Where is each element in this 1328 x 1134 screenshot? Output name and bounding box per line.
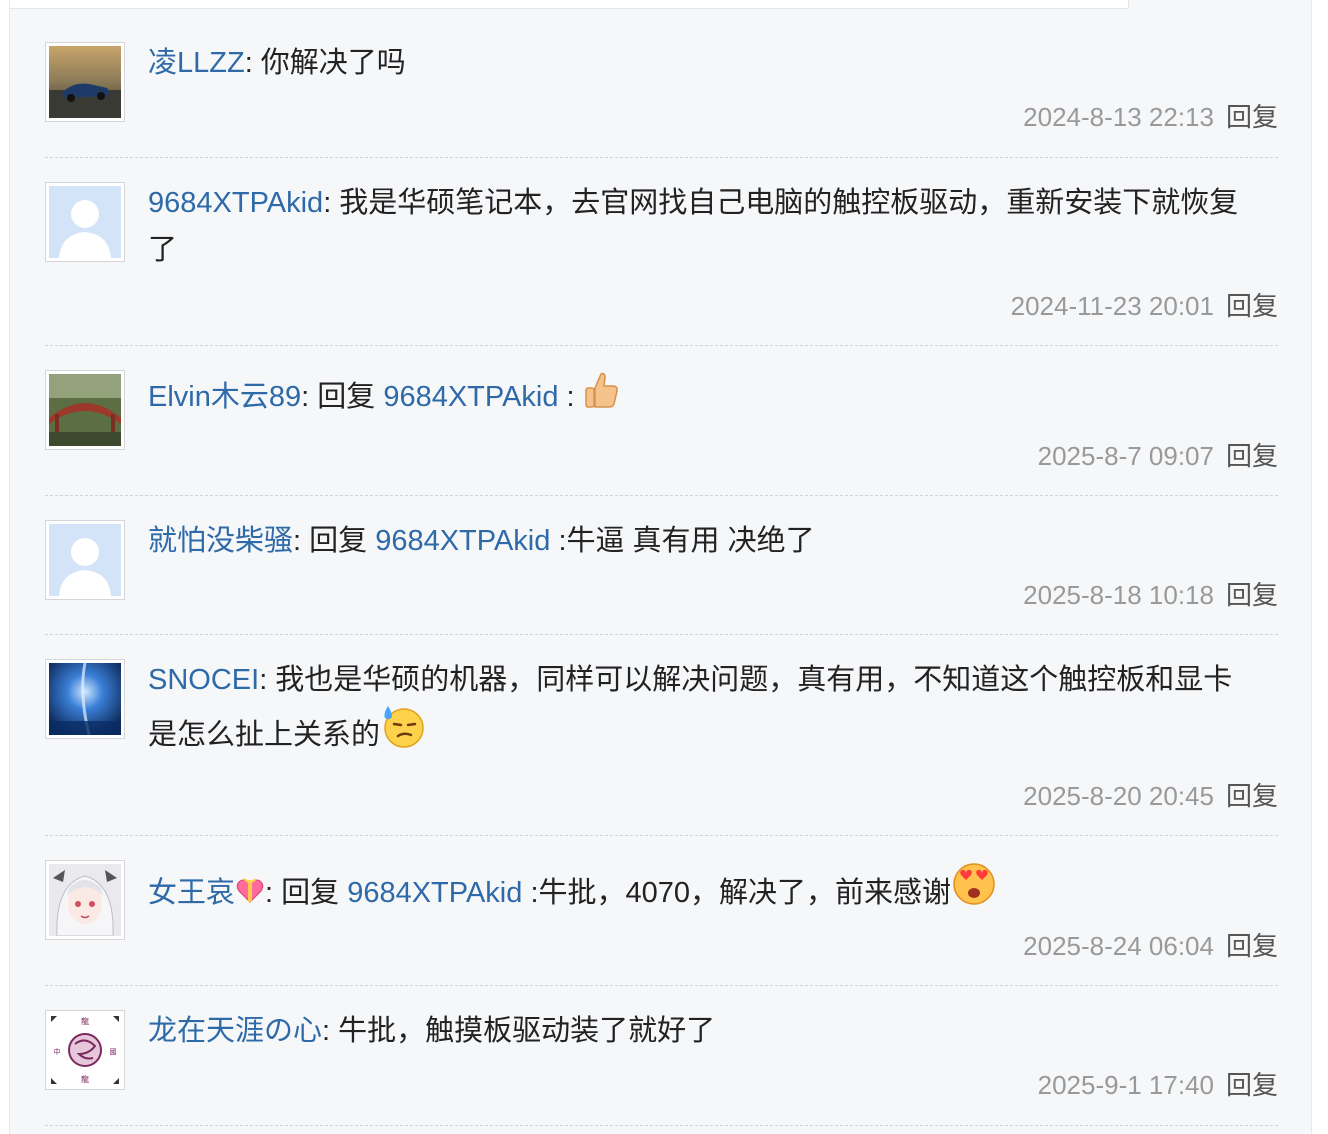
reply-button[interactable]: 回复 xyxy=(1226,580,1278,610)
galaxy-photo-icon xyxy=(49,663,121,735)
sweat-smile-icon xyxy=(380,704,426,763)
reply-prefix: 回复 xyxy=(309,381,384,413)
timestamp: 2025-9-1 17:40 xyxy=(1037,1070,1214,1100)
avatar[interactable] xyxy=(45,659,125,739)
comment-body: 9684XTPAkid: 我是华硕笔记本，去官网找自己电脑的触控板驱动，重新安装… xyxy=(148,180,1260,274)
author-name[interactable]: 凌LLZZ xyxy=(148,47,245,79)
separator: : xyxy=(322,1015,331,1047)
svg-text:龍: 龍 xyxy=(81,1074,89,1084)
comment-item: Elvin木云89: 回复 9684XTPAkid : 2025-8-7 09:… xyxy=(45,346,1278,496)
reply-prefix: 回复 xyxy=(301,525,376,557)
comment-item: 龍 龍 中 國 龙在天涯の心: 牛批，触摸板驱动装了就好了 2025-9-1 1… xyxy=(45,986,1278,1126)
comment-body: 女王哀 : 回复 9684XTPAkid :牛批，4070，解决了，前来感谢 xyxy=(148,860,1260,921)
author-name[interactable]: 就怕没柴骚 xyxy=(148,525,293,557)
comment-text: :牛逼 真有用 决绝了 xyxy=(550,525,815,557)
comment-meta: 2024-11-23 20:01 回复 xyxy=(1011,291,1278,321)
comment-text: 牛批，触摸板驱动装了就好了 xyxy=(330,1015,716,1047)
comment-meta: 2025-8-7 09:07 回复 xyxy=(1038,441,1278,471)
avatar[interactable] xyxy=(45,860,125,940)
default-user-icon xyxy=(49,186,121,258)
separator: : xyxy=(301,381,310,413)
avatar[interactable]: 龍 龍 中 國 xyxy=(45,1010,125,1090)
reply-button[interactable]: 回复 xyxy=(1226,1070,1278,1100)
reply-to-user[interactable]: 9684XTPAkid xyxy=(347,877,522,909)
comment-meta: 2024-8-13 22:13 回复 xyxy=(1023,102,1278,132)
svg-text:國: 國 xyxy=(110,1048,117,1056)
comment-text: : xyxy=(558,381,575,413)
timestamp: 2024-11-23 20:01 xyxy=(1010,291,1214,321)
comment-list: 凌LLZZ: 你解决了吗 2024-8-13 22:13 回复 9684XTPAk… xyxy=(45,18,1278,1126)
top-divider xyxy=(10,0,1129,9)
avatar[interactable] xyxy=(45,370,125,450)
avatar[interactable] xyxy=(45,42,125,122)
comment-text: 你解决了吗 xyxy=(252,47,406,79)
heart-eyes-icon xyxy=(951,860,997,921)
comment-text: :牛批，4070，解决了，前来感谢 xyxy=(522,877,952,909)
comment-body: SNOCEI: 我也是华硕的机器，同样可以解决问题，真有用，不知道这个触控板和显… xyxy=(148,657,1260,763)
svg-text:中: 中 xyxy=(54,1047,61,1056)
separator: : xyxy=(265,877,274,909)
separator: : xyxy=(244,47,253,79)
timestamp: 2025-8-24 06:04 xyxy=(1023,931,1214,961)
reply-prefix: 回复 xyxy=(273,877,348,909)
comment-meta: 2025-9-1 17:40 回复 xyxy=(1038,1070,1278,1100)
comment-body: 龙在天涯の心: 牛批，触摸板驱动装了就好了 xyxy=(148,1008,1260,1055)
bridge-photo-icon xyxy=(49,374,121,446)
comment-text: 我也是华硕的机器，同样可以解决问题，真有用，不知道这个触控板和显卡是怎么扯上关系… xyxy=(148,664,1233,751)
reply-button[interactable]: 回复 xyxy=(1226,102,1278,132)
car-photo-icon xyxy=(49,46,121,118)
comment-item: 9684XTPAkid: 我是华硕笔记本，去官网找自己电脑的触控板驱动，重新安装… xyxy=(45,158,1278,346)
timestamp: 2025-8-20 20:45 xyxy=(1023,781,1214,811)
comment-body: 凌LLZZ: 你解决了吗 xyxy=(148,40,1260,87)
author-name[interactable]: SNOCEI xyxy=(148,664,259,696)
timestamp: 2025-8-18 10:18 xyxy=(1023,580,1214,610)
comment-meta: 2025-8-20 20:45 回复 xyxy=(1023,781,1278,811)
separator: : xyxy=(293,525,302,557)
author-name[interactable]: 龙在天涯の心 xyxy=(148,1015,322,1047)
timestamp: 2025-8-7 09:07 xyxy=(1037,441,1214,471)
thumbs-up-icon xyxy=(583,370,619,425)
timestamp: 2024-8-13 22:13 xyxy=(1023,102,1214,132)
comment-meta: 2025-8-24 06:04 回复 xyxy=(1023,931,1278,961)
avatar[interactable] xyxy=(45,520,125,600)
default-user-icon xyxy=(49,524,121,596)
author-name[interactable]: Elvin木云89 xyxy=(148,381,301,413)
author-name[interactable]: 9684XTPAkid xyxy=(148,187,323,219)
svg-text:龍: 龍 xyxy=(81,1016,89,1026)
reply-to-user[interactable]: 9684XTPAkid xyxy=(375,525,550,557)
avatar[interactable] xyxy=(45,182,125,262)
anime-girl-icon xyxy=(49,864,121,936)
comment-item: 凌LLZZ: 你解决了吗 2024-8-13 22:13 回复 xyxy=(45,18,1278,158)
reply-button[interactable]: 回复 xyxy=(1226,291,1278,321)
comment-meta: 2025-8-18 10:18 回复 xyxy=(1023,580,1278,610)
author-name[interactable]: 女王哀 xyxy=(148,877,235,909)
reply-to-user[interactable]: 9684XTPAkid xyxy=(383,381,558,413)
comment-item: SNOCEI: 我也是华硕的机器，同样可以解决问题，真有用，不知道这个触控板和显… xyxy=(45,635,1278,836)
comment-body: Elvin木云89: 回复 9684XTPAkid : xyxy=(148,370,1260,425)
reply-button[interactable]: 回复 xyxy=(1226,441,1278,471)
dragon-emblem-icon: 龍 龍 中 國 xyxy=(49,1014,121,1086)
heart-gift-icon xyxy=(235,874,265,921)
reply-button[interactable]: 回复 xyxy=(1226,781,1278,811)
comment-item: 就怕没柴骚: 回复 9684XTPAkid :牛逼 真有用 决绝了 2025-8… xyxy=(45,496,1278,635)
comment-body: 就怕没柴骚: 回复 9684XTPAkid :牛逼 真有用 决绝了 xyxy=(148,518,1260,565)
comment-item: 女王哀 : 回复 9684XTPAkid :牛批，4070，解决了，前来感谢 2… xyxy=(45,836,1278,986)
reply-button[interactable]: 回复 xyxy=(1226,931,1278,961)
